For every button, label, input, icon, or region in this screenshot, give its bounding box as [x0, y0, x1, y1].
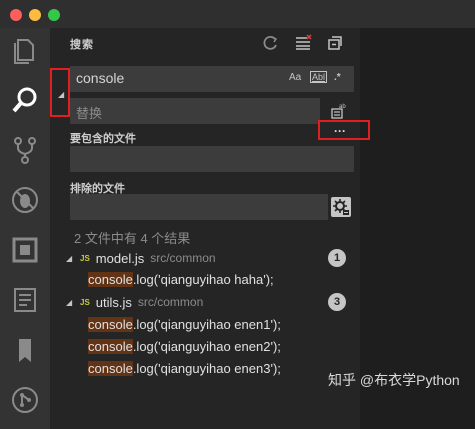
activity-bar	[0, 28, 50, 429]
match-text: .log('qianguyihao haha');	[132, 272, 274, 287]
expand-caret-icon[interactable]: ◢	[66, 254, 80, 263]
explorer-panel-icon[interactable]	[9, 284, 41, 316]
files-icon[interactable]	[9, 34, 41, 66]
include-files-input[interactable]	[70, 146, 354, 172]
annotation-box-more	[318, 120, 370, 140]
minimize-window-button[interactable]	[29, 9, 41, 21]
refresh-icon[interactable]	[262, 34, 280, 52]
editor-area	[360, 28, 475, 429]
result-match[interactable]: console.log('qianguyihao haha');	[88, 272, 274, 287]
match-count-badge: 3	[328, 293, 346, 311]
search-sidebar: 搜索 ◢ console Aa Abl .* 替换 ab ··· 要包含的文件 …	[50, 28, 360, 429]
use-exclude-settings-icon[interactable]	[331, 197, 351, 217]
search-input[interactable]: console Aa Abl .*	[70, 66, 354, 92]
replace-input[interactable]: 替换	[70, 98, 320, 124]
replace-placeholder: 替换	[76, 106, 103, 121]
result-file-model[interactable]: ◢ JS model.js src/common 1	[66, 248, 356, 268]
result-match[interactable]: console.log('qianguyihao enen1');	[88, 317, 281, 332]
result-match[interactable]: console.log('qianguyihao enen3');	[88, 361, 281, 376]
collapse-all-icon[interactable]	[326, 34, 344, 52]
match-whole-word-button[interactable]: Abl	[310, 71, 328, 83]
match-highlight: console	[88, 339, 133, 354]
title-bar	[0, 0, 475, 28]
replace-all-icon[interactable]: ab	[330, 102, 348, 120]
exclude-files-input[interactable]	[70, 194, 328, 220]
match-text: .log('qianguyihao enen3');	[132, 361, 281, 376]
file-path: src/common	[150, 251, 216, 265]
match-highlight: console	[88, 317, 133, 332]
close-window-button[interactable]	[10, 9, 22, 21]
file-name: model.js	[95, 250, 145, 266]
file-path: src/common	[137, 295, 204, 309]
match-highlight: console	[88, 272, 133, 287]
include-files-label: 要包含的文件	[70, 133, 136, 145]
expand-caret-icon[interactable]: ◢	[66, 298, 80, 307]
sidebar-title: 搜索	[70, 39, 94, 51]
search-input-value: console	[76, 70, 125, 86]
file-name: utils.js	[95, 294, 132, 310]
js-file-icon: JS	[80, 253, 90, 263]
match-text: .log('qianguyihao enen1');	[132, 317, 281, 332]
annotation-box-toggle	[50, 68, 70, 117]
bookmark-icon[interactable]	[9, 334, 41, 366]
use-regex-button[interactable]: .*	[334, 72, 341, 83]
clear-results-icon[interactable]	[294, 34, 312, 52]
debug-icon[interactable]	[9, 184, 41, 216]
match-text: .log('qianguyihao enen2');	[132, 339, 281, 354]
maximize-window-button[interactable]	[48, 9, 60, 21]
git-icon[interactable]	[9, 384, 41, 416]
svg-text:ab: ab	[339, 104, 346, 110]
watermark: 知乎 @布衣学Python	[328, 372, 460, 388]
match-count-badge: 1	[328, 249, 346, 267]
extensions-icon[interactable]	[9, 234, 41, 266]
result-match[interactable]: console.log('qianguyihao enen2');	[88, 339, 281, 354]
match-case-button[interactable]: Aa	[289, 72, 301, 83]
result-file-utils[interactable]: ◢ JS utils.js src/common 3	[66, 292, 356, 312]
results-summary: 2 文件中有 4 个结果	[74, 231, 191, 246]
match-highlight: console	[88, 361, 133, 376]
source-control-icon[interactable]	[9, 134, 41, 166]
search-icon[interactable]	[9, 84, 41, 116]
js-file-icon: JS	[80, 297, 90, 307]
